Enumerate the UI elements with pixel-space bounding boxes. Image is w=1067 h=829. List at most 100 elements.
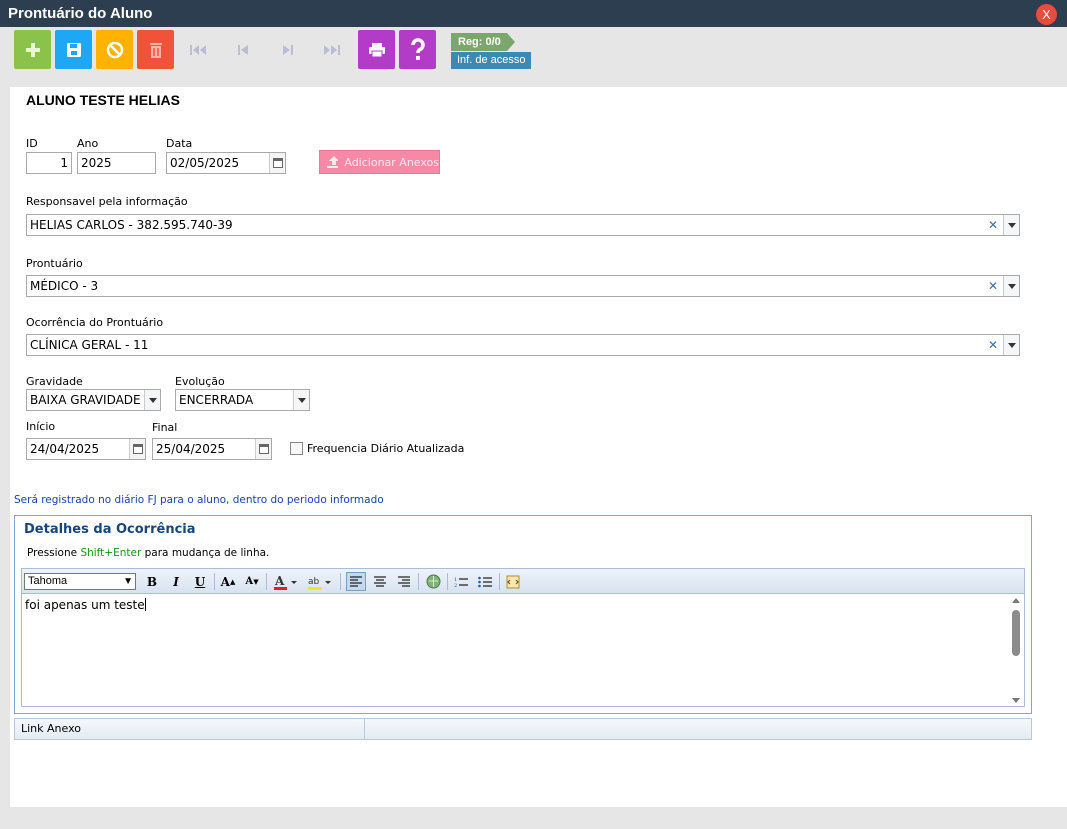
clear-icon[interactable]: ✕ <box>985 276 1001 296</box>
inicio-field[interactable]: 24/04/2025 <box>26 438 146 460</box>
evolucao-label: Evolução <box>175 375 225 388</box>
window-titlebar: Prontuário do Aluno X <box>0 0 1067 27</box>
cancel-button[interactable] <box>96 30 133 69</box>
inicio-value: 24/04/2025 <box>30 442 100 456</box>
access-info-link[interactable]: Inf. de acesso <box>451 52 531 69</box>
close-button[interactable]: X <box>1036 4 1057 25</box>
font-color-icon[interactable]: A <box>272 572 300 591</box>
unordered-list-icon[interactable] <box>475 572 495 591</box>
skip-last-icon <box>324 45 340 55</box>
attachments-grid-header: Link Anexo <box>14 718 1032 740</box>
align-right-icon[interactable] <box>394 572 414 591</box>
highlight-color-icon[interactable]: ab <box>306 572 334 591</box>
next-record-button[interactable] <box>278 40 298 60</box>
toolbar-separator <box>447 573 448 590</box>
bold-icon[interactable]: B <box>142 572 162 591</box>
italic-icon[interactable]: I <box>166 572 186 591</box>
prontuario-value: MÉDICO - 3 <box>30 279 99 293</box>
hint-keys: Shift+Enter <box>80 547 142 559</box>
ocorrencia-combobox[interactable]: CLÍNICA GERAL - 11 ✕ <box>26 334 1020 356</box>
hint-prefix: Pressione <box>27 547 81 559</box>
calendar-icon[interactable] <box>255 439 271 459</box>
ordered-list-icon[interactable]: 12 <box>451 572 471 591</box>
upload-icon <box>327 156 339 168</box>
save-button[interactable] <box>55 30 92 69</box>
window-title: Prontuário do Aluno <box>8 5 153 22</box>
details-fieldset: Detalhes da Ocorrência Pressione Shift+E… <box>14 515 1032 714</box>
delete-button[interactable] <box>137 30 174 69</box>
data-field[interactable]: 02/05/2025 <box>166 152 286 174</box>
toolbar-separator <box>418 573 419 590</box>
align-left-icon[interactable] <box>346 572 366 591</box>
inicio-label: Início <box>26 420 56 433</box>
responsavel-value: HELIAS CARLOS - 382.595.740-39 <box>30 218 233 232</box>
add-button[interactable] <box>14 30 51 69</box>
prontuario-label: Prontuário <box>26 257 83 270</box>
chevron-down-icon: ▼ <box>123 576 133 587</box>
ano-field[interactable]: 2025 <box>77 152 156 174</box>
first-record-button[interactable] <box>188 40 208 60</box>
chevron-down-icon[interactable] <box>1003 276 1019 296</box>
printer-icon <box>368 42 385 57</box>
chevron-down-icon[interactable] <box>144 390 160 410</box>
ocorrencia-label: Ocorrência do Prontuário <box>26 316 164 329</box>
svg-text:ab: ab <box>308 577 320 587</box>
details-hint: Pressione Shift+Enter para mudança de li… <box>27 547 269 559</box>
font-size-increase-icon[interactable]: A ▲ <box>218 572 238 591</box>
font-family-select[interactable]: Tahoma ▼ <box>24 573 136 590</box>
editor-toolbar: Tahoma ▼ B I U A ▲ A ▼ A ab 1 2 <box>21 568 1025 594</box>
evolucao-select[interactable]: ENCERRADA <box>175 389 310 411</box>
final-value: 25/04/2025 <box>156 442 226 456</box>
form-panel: ALUNO TESTE HELIAS ID 1 Ano 2025 Data 02… <box>10 87 1067 807</box>
id-field[interactable]: 1 <box>26 152 72 174</box>
details-title: Detalhes da Ocorrência <box>24 522 196 537</box>
responsavel-label: Responsavel pela informação <box>26 195 188 208</box>
text-caret <box>144 598 146 611</box>
responsavel-combobox[interactable]: HELIAS CARLOS - 382.595.740-39 ✕ <box>26 214 1020 236</box>
calendar-icon[interactable] <box>269 153 285 173</box>
skip-first-icon <box>190 45 206 55</box>
editor-content[interactable]: foi apenas um teste <box>25 598 146 612</box>
help-button[interactable] <box>399 30 436 69</box>
final-field[interactable]: 25/04/2025 <box>152 438 272 460</box>
scrollbar-thumb[interactable] <box>1012 610 1020 656</box>
hint-suffix: para mudança de linha. <box>141 547 270 559</box>
toolbar-separator <box>340 573 341 590</box>
svg-text:A: A <box>274 574 285 588</box>
evolucao-value: ENCERRADA <box>179 393 254 407</box>
ban-icon <box>106 41 123 58</box>
periodo-note: Será registrado no diário FJ para o alun… <box>14 494 384 506</box>
font-family-value: Tahoma <box>28 575 68 587</box>
clear-icon[interactable]: ✕ <box>985 215 1001 235</box>
details-editor[interactable]: foi apenas um teste <box>21 594 1025 707</box>
chevron-down-icon[interactable] <box>1003 215 1019 235</box>
toolbar-separator <box>499 573 500 590</box>
data-value: 02/05/2025 <box>170 156 240 170</box>
final-label: Final <box>152 421 178 434</box>
underline-icon[interactable]: U <box>190 572 210 591</box>
print-button[interactable] <box>358 30 395 69</box>
calendar-icon[interactable] <box>129 439 145 459</box>
add-attachments-button[interactable]: Adicionar Anexos <box>319 150 440 174</box>
floppy-disk-icon <box>66 42 81 57</box>
previous-record-button[interactable] <box>233 40 253 60</box>
link-anexo-column-header[interactable]: Link Anexo <box>15 719 365 739</box>
chevron-down-icon[interactable] <box>1003 335 1019 355</box>
prontuario-combobox[interactable]: MÉDICO - 3 ✕ <box>26 275 1020 297</box>
clear-icon[interactable]: ✕ <box>985 335 1001 355</box>
student-name: ALUNO TESTE HELIAS <box>26 92 181 108</box>
align-center-icon[interactable] <box>370 572 390 591</box>
id-label: ID <box>26 137 38 150</box>
editor-scrollbar[interactable] <box>1008 594 1024 707</box>
last-record-button[interactable] <box>322 40 342 60</box>
insert-link-icon[interactable] <box>423 572 443 591</box>
gravidade-value: BAIXA GRAVIDADE <box>30 393 141 407</box>
svg-text:2: 2 <box>454 583 457 588</box>
chevron-down-icon[interactable] <box>293 390 309 410</box>
font-size-decrease-icon[interactable]: A ▼ <box>242 572 262 591</box>
ocorrencia-value: CLÍNICA GERAL - 11 <box>30 338 149 352</box>
frequencia-checkbox[interactable] <box>290 442 303 455</box>
gravidade-select[interactable]: BAIXA GRAVIDADE <box>26 389 161 411</box>
source-edit-icon[interactable] <box>503 572 523 591</box>
plus-icon <box>25 42 40 57</box>
